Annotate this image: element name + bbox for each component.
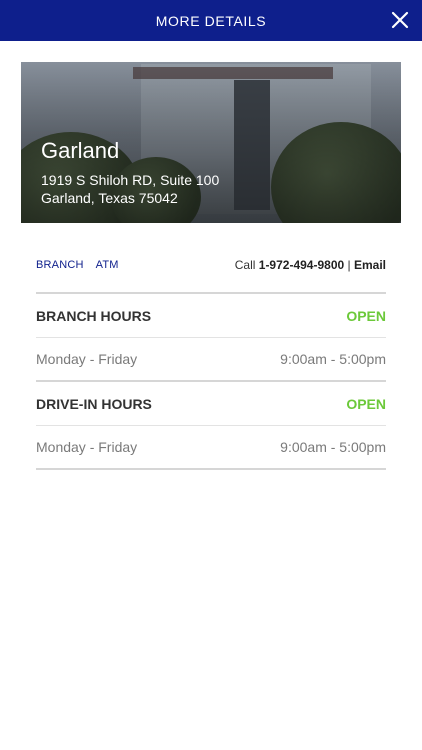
section-title: DRIVE-IN HOURS	[36, 395, 152, 412]
type-tabs: BRANCH ATM	[36, 259, 119, 271]
drive-in-hours-header: DRIVE-IN HOURS OPEN	[36, 382, 386, 425]
call-label: Call	[234, 258, 256, 272]
hours-time: 9:00am - 5:00pm	[280, 351, 386, 367]
branch-photo-card: Garland 1919 S Shiloh RD, Suite 100 Garl…	[21, 62, 401, 223]
close-button[interactable]	[389, 9, 411, 31]
branch-info: Garland 1919 S Shiloh RD, Suite 100 Garl…	[41, 138, 219, 207]
status-badge: OPEN	[346, 395, 386, 412]
tab-atm[interactable]: ATM	[96, 259, 119, 271]
branch-name: Garland	[41, 138, 120, 163]
hours-days: Monday - Friday	[36, 351, 138, 367]
top-bar: MORE DETAILS	[0, 0, 422, 41]
hours-time: 9:00am - 5:00pm	[280, 439, 386, 455]
address-line-2: Garland, Texas 75042	[41, 190, 178, 206]
hours-row: Monday - Friday 9:00am - 5:00pm	[36, 426, 386, 468]
branch-hours-section: BRANCH HOURS OPEN Monday - Friday 9:00am…	[36, 292, 386, 380]
section-title: BRANCH HOURS	[36, 307, 152, 324]
branch-links-row: BRANCH ATM Call 1-972-494-9800 | Email	[36, 256, 386, 274]
tab-branch[interactable]: BRANCH	[36, 259, 84, 271]
contact-info: Call 1-972-494-9800 | Email	[235, 258, 386, 272]
email-link[interactable]: Email	[354, 258, 386, 272]
drive-in-hours-section: DRIVE-IN HOURS OPEN Monday - Friday 9:00…	[36, 380, 386, 470]
divider	[36, 468, 386, 470]
hours-days: Monday - Friday	[36, 439, 138, 455]
address-line-1: 1919 S Shiloh RD, Suite 100	[41, 172, 220, 188]
branch-hours-header: BRANCH HOURS OPEN	[36, 294, 386, 337]
page-title: MORE DETAILS	[155, 12, 267, 29]
phone-link[interactable]: 1-972-494-9800	[259, 258, 344, 272]
close-icon	[391, 11, 409, 29]
contact-separator: |	[347, 258, 351, 272]
status-badge: OPEN	[346, 307, 386, 324]
hours-row: Monday - Friday 9:00am - 5:00pm	[36, 338, 386, 380]
